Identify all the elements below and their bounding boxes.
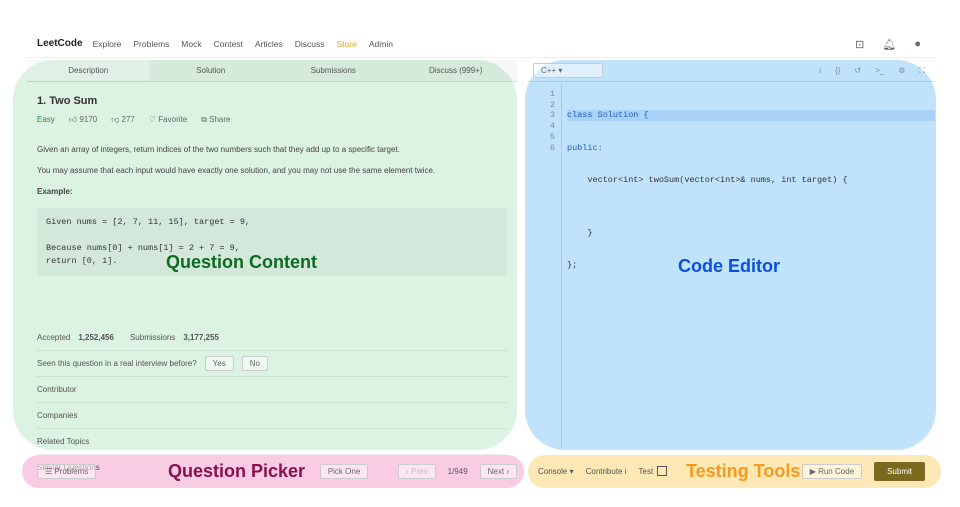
console-toggle[interactable]: Console ▾	[538, 467, 574, 476]
code-line: }	[567, 228, 593, 239]
dislike-button[interactable]: 👎︎ 277	[111, 115, 135, 125]
nav-problems[interactable]: Problems	[133, 39, 169, 49]
nav-explore[interactable]: Explore	[93, 39, 122, 49]
code-editor-label: Code Editor	[678, 256, 780, 276]
submit-button[interactable]: Submit	[874, 461, 925, 481]
share-label: Share	[209, 115, 231, 124]
settings-icon[interactable]: ⚙	[898, 66, 905, 76]
difficulty-badge: Easy	[37, 115, 55, 124]
pick-one-button[interactable]: Pick One	[319, 463, 369, 479]
user-icon[interactable]: ●	[914, 38, 921, 51]
accepted-label: Accepted	[37, 332, 71, 342]
favorite-button[interactable]: ♡ Favorite	[149, 115, 187, 125]
code-line: vector<int> twoSum(vector<int>& nums, in…	[567, 174, 848, 185]
tab-submissions[interactable]: Submissions	[272, 60, 395, 81]
nav-mock[interactable]: Mock	[181, 39, 201, 49]
section-related-topics[interactable]: Related Topics	[37, 428, 507, 454]
test-label: Test	[638, 466, 654, 476]
example-label: Example:	[37, 187, 73, 196]
terminal-icon[interactable]: >_	[875, 66, 884, 76]
logo[interactable]: LeetCode	[37, 38, 83, 49]
testing-tools-label: Testing Tools	[686, 461, 801, 481]
line-numbers: 1 2 3 4 5 6	[527, 83, 562, 448]
like-button[interactable]: 👍︎ 9170	[69, 115, 97, 125]
nav-admin[interactable]: Admin	[369, 39, 393, 49]
nav-articles[interactable]: Articles	[255, 39, 283, 49]
question-content-label: Question Content	[166, 252, 317, 272]
yes-button[interactable]: Yes	[204, 356, 234, 371]
nav-discuss[interactable]: Discuss	[295, 39, 325, 49]
code-line: class Solution {	[567, 110, 935, 122]
info-icon[interactable]: i	[819, 66, 821, 76]
question-title: 1. Two Sum	[37, 95, 98, 107]
bell-icon[interactable]: 🔔︎	[882, 38, 896, 51]
favorite-label: Favorite	[158, 115, 188, 124]
share-button[interactable]: ⧉ Share	[201, 115, 230, 125]
description-p1: Given an array of integers, return indic…	[37, 145, 400, 154]
language-label: C++	[541, 66, 557, 75]
tab-description[interactable]: Description	[27, 60, 150, 81]
question-tabs: Description Solution Submissions Discuss…	[27, 60, 517, 82]
question-content: 1. Two Sum Easy 👍︎ 9170 👎︎ 277 ♡ Favorit…	[37, 95, 507, 480]
playground-icon[interactable]: ⊡	[855, 38, 864, 51]
problems-button[interactable]: ☰ Problems	[37, 463, 97, 479]
contribute-link[interactable]: Contribute i	[586, 467, 627, 476]
description-p2: You may assume that each input would hav…	[37, 166, 436, 175]
language-select[interactable]: C++ ▾	[533, 63, 603, 78]
reset-icon[interactable]: ↺	[854, 66, 861, 76]
accepted-count: 1,252,456	[78, 332, 114, 342]
braces-icon[interactable]: {}	[835, 66, 840, 76]
page-indicator: 1/949	[447, 466, 468, 476]
tab-discuss[interactable]: Discuss (999+)	[395, 60, 518, 81]
next-button[interactable]: Next ›	[479, 463, 517, 479]
question-picker-label: Question Picker	[168, 461, 306, 481]
no-button[interactable]: No	[241, 356, 268, 371]
top-nav: LeetCode Explore Problems Mock Contest A…	[27, 30, 935, 58]
nav-contest[interactable]: Contest	[214, 39, 243, 49]
dislikes-count: 277	[121, 115, 135, 124]
prev-button[interactable]: ‹ Prev	[398, 463, 436, 479]
likes-count: 9170	[79, 115, 98, 124]
section-companies[interactable]: Companies	[37, 402, 507, 428]
submissions-count: 3,177,255	[183, 332, 219, 342]
submissions-label: Submissions	[129, 332, 176, 342]
fullscreen-icon[interactable]: ⛶	[919, 66, 925, 76]
code-editor[interactable]: class Solution { public: vector<int> two…	[563, 89, 935, 282]
test-checkbox[interactable]	[657, 466, 668, 476]
run-code-button[interactable]: ▶ Run Code	[801, 463, 863, 479]
tab-solution[interactable]: Solution	[150, 60, 273, 81]
interview-prompt: Seen this question in a real interview b…	[37, 359, 197, 368]
section-contributor[interactable]: Contributor	[37, 376, 507, 402]
problems-label: Problems	[54, 466, 89, 476]
nav-store[interactable]: Store	[337, 39, 357, 49]
editor-toolbar: C++ ▾ i {} ↺ >_ ⚙ ⛶	[527, 60, 935, 82]
code-line: public:	[567, 142, 603, 153]
